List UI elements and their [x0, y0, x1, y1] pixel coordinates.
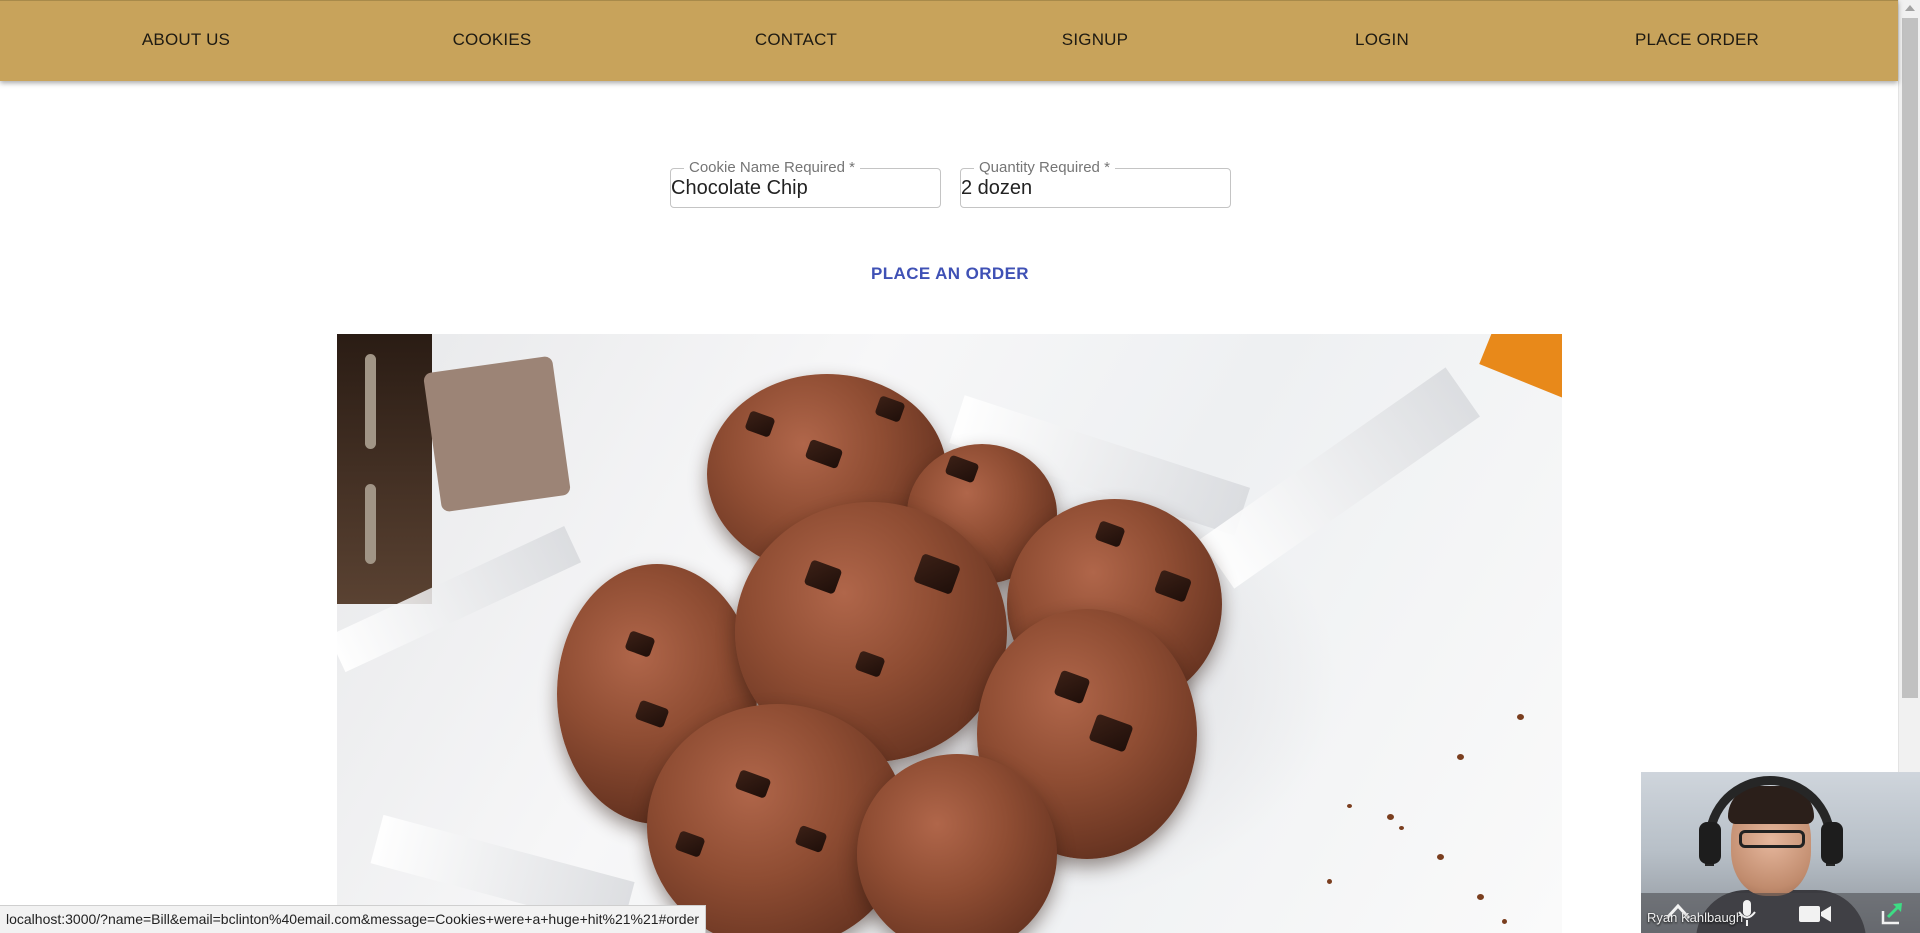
paper-fold	[1199, 367, 1480, 589]
baking-pan-edge	[337, 334, 432, 604]
scrollbar-thumb[interactable]	[1902, 18, 1918, 698]
pan-slot	[365, 484, 376, 564]
nav-about-us[interactable]: ABOUT US	[142, 30, 230, 50]
browser-status-bar: localhost:3000/?name=Bill&email=bclinton…	[0, 905, 707, 933]
cookie-name-field[interactable]: Cookie Name Required * Chocolate Chip	[670, 159, 941, 208]
cookie-crumb	[1347, 804, 1352, 808]
cookie-crumb	[1437, 854, 1444, 860]
cookie-crumb	[1517, 714, 1524, 720]
top-navbar: ABOUT US COOKIES CONTACT SIGNUP LOGIN PL…	[0, 0, 1898, 81]
cookie-name-input[interactable]: Chocolate Chip	[671, 177, 808, 200]
share-icon[interactable]	[1879, 901, 1905, 927]
quantity-label: Quantity Required *	[974, 159, 1115, 176]
cookie-crumb	[1327, 879, 1332, 884]
quantity-field[interactable]: Quantity Required * 2 dozen	[960, 159, 1231, 208]
pan-slot	[365, 354, 376, 449]
headphones-icon	[1705, 776, 1835, 866]
cookie-crumb	[1457, 754, 1464, 760]
nav-place-order[interactable]: PLACE ORDER	[1635, 30, 1759, 50]
nav-login[interactable]: LOGIN	[1355, 30, 1409, 50]
nav-contact[interactable]: CONTACT	[755, 30, 837, 50]
brown-parchment	[422, 355, 572, 513]
orange-object	[1479, 334, 1562, 400]
nav-signup[interactable]: SIGNUP	[1062, 30, 1128, 50]
camera-icon[interactable]	[1798, 903, 1832, 925]
nav-cookies[interactable]: COOKIES	[453, 30, 532, 50]
participant-name: Ryan Kahlbaugh	[1647, 910, 1744, 925]
cookie-crumb	[1502, 919, 1507, 924]
scroll-up-arrow-icon[interactable]	[1905, 5, 1915, 11]
cookie-crumb	[1477, 894, 1484, 900]
chocolate-cookies-photo	[337, 334, 1562, 933]
cookie-name-label: Cookie Name Required *	[684, 159, 860, 176]
headphone-ear-cup	[1821, 822, 1843, 864]
cookie-crumb	[1399, 826, 1404, 830]
quantity-input[interactable]: 2 dozen	[961, 177, 1032, 200]
cookie-crumb	[1387, 814, 1394, 820]
video-call-tile[interactable]: Ryan Kahlbaugh	[1641, 772, 1920, 933]
headphone-ear-cup	[1699, 822, 1721, 864]
place-an-order-button[interactable]: PLACE AN ORDER	[871, 264, 1029, 284]
